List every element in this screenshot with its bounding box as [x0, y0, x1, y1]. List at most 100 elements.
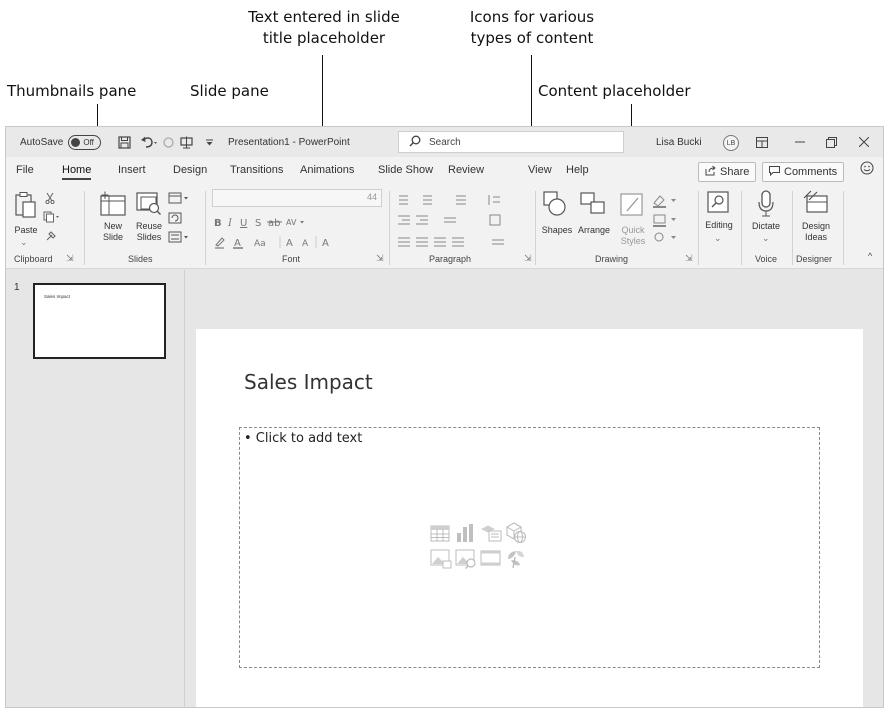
design-ideas-icon[interactable]: [803, 190, 829, 221]
arrange-button-label[interactable]: Arrange: [575, 225, 613, 236]
shape-format-buttons[interactable]: [652, 193, 680, 248]
dictate-button-label[interactable]: Dictate: [746, 221, 786, 232]
font-color-buttons[interactable]: A Aa A A A: [214, 235, 374, 254]
editing-button-label[interactable]: Editing: [702, 220, 736, 231]
start-slideshow-icon[interactable]: [180, 127, 193, 157]
tab-design[interactable]: Design: [173, 164, 207, 176]
insert-online-picture-icon[interactable]: [455, 549, 476, 569]
feedback-smiley-icon[interactable]: [860, 161, 874, 180]
indent-buttons[interactable]: [396, 213, 526, 231]
reuse-slides-label[interactable]: Reuse Slides: [133, 221, 165, 243]
insert-3d-model-icon[interactable]: [505, 522, 526, 543]
group-label-slides: Slides: [128, 254, 153, 264]
search-placeholder: Search: [429, 136, 461, 148]
tab-insert[interactable]: Insert: [118, 164, 146, 176]
svg-text:A: A: [286, 238, 293, 249]
drawing-launcher-icon[interactable]: ⇲: [685, 253, 693, 264]
insert-smartart-icon[interactable]: [480, 525, 502, 542]
customize-qat-icon[interactable]: [205, 127, 214, 157]
paste-dropdown-icon[interactable]: ⌄: [20, 237, 28, 248]
align-buttons[interactable]: [396, 235, 526, 253]
tab-view[interactable]: View: [528, 164, 552, 176]
insert-picture-icon[interactable]: [430, 549, 452, 569]
design-ideas-label[interactable]: Design Ideas: [796, 221, 836, 243]
slide-number: 1: [14, 282, 20, 293]
group-label-drawing: Drawing: [595, 254, 629, 264]
paragraph-launcher-icon[interactable]: ⇲: [524, 253, 532, 264]
share-label: Share: [720, 166, 750, 178]
share-button[interactable]: Share: [698, 162, 757, 182]
insert-icons-icon[interactable]: [505, 547, 525, 569]
redo-icon[interactable]: [162, 127, 175, 157]
quick-styles-icon[interactable]: [620, 193, 644, 222]
collapse-ribbon-icon[interactable]: ^: [868, 251, 872, 261]
autosave-toggle[interactable]: Off: [68, 134, 102, 150]
insert-chart-icon[interactable]: [455, 524, 475, 542]
insert-video-icon[interactable]: [480, 550, 501, 567]
new-slide-icon[interactable]: [100, 191, 126, 222]
restore-icon[interactable]: [816, 127, 846, 157]
ribbon-separator: [535, 191, 536, 265]
reuse-slides-icon[interactable]: [136, 192, 162, 222]
shapes-button-label[interactable]: Shapes: [539, 225, 575, 236]
save-icon[interactable]: [118, 127, 131, 157]
list-buttons[interactable]: [396, 193, 526, 211]
slide-thumbnail[interactable]: Sales Impact: [33, 283, 166, 359]
slide-canvas[interactable]: Sales Impact • Click to add text: [196, 329, 863, 707]
undo-icon[interactable]: [140, 127, 158, 157]
svg-text:I: I: [227, 218, 233, 229]
tab-review[interactable]: Review: [448, 164, 484, 176]
tab-slide-show[interactable]: Slide Show: [378, 164, 433, 176]
shapes-icon[interactable]: [543, 191, 567, 222]
autosave-control[interactable]: AutoSave Off: [20, 127, 102, 157]
powerpoint-window: AutoSave Off Presentation1 - PowerPoint …: [5, 126, 884, 708]
design-ideas-line2: Ideas: [804, 232, 828, 242]
quick-styles-label[interactable]: Quick Styles: [616, 225, 650, 247]
avatar[interactable]: LB: [723, 135, 739, 151]
callout-title-line1: Text entered in slide: [248, 8, 400, 26]
comments-button[interactable]: Comments: [762, 162, 845, 182]
search-input[interactable]: Search: [398, 131, 624, 153]
minimize-icon[interactable]: [785, 127, 815, 157]
thumbnail-title: Sales Impact: [44, 294, 71, 299]
layout-icon[interactable]: [168, 191, 190, 209]
section-icon[interactable]: [168, 230, 190, 248]
editing-dropdown-icon[interactable]: ⌄: [714, 233, 722, 244]
paste-button-label[interactable]: Paste: [12, 225, 40, 236]
font-launcher-icon[interactable]: ⇲: [376, 253, 384, 264]
ribbon-display-options-icon[interactable]: [747, 127, 777, 157]
user-name[interactable]: Lisa Bucki: [656, 127, 702, 157]
font-size-value[interactable]: 44: [367, 192, 377, 202]
copy-icon[interactable]: [43, 210, 63, 228]
new-slide-label[interactable]: New Slide: [98, 221, 128, 243]
svg-text:Aa: Aa: [254, 239, 266, 249]
content-placeholder[interactable]: • Click to add text: [239, 427, 820, 668]
insert-table-icon[interactable]: [430, 525, 450, 542]
tab-transitions[interactable]: Transitions: [230, 164, 283, 176]
clipboard-launcher-icon[interactable]: ⇲: [66, 253, 74, 264]
editing-search-icon[interactable]: [707, 191, 729, 218]
slide-title-placeholder[interactable]: Sales Impact: [244, 370, 373, 394]
tab-file[interactable]: File: [16, 164, 34, 176]
callout-icons-line2: types of content: [470, 29, 594, 47]
tab-animations[interactable]: Animations: [300, 164, 354, 176]
font-name-combobox[interactable]: 44: [212, 189, 382, 207]
arrange-icon[interactable]: [580, 192, 606, 221]
microphone-icon[interactable]: [757, 190, 775, 223]
close-icon[interactable]: [849, 127, 879, 157]
svg-text:AV: AV: [286, 218, 297, 227]
design-ideas-line1: Design: [801, 221, 830, 231]
paste-icon[interactable]: [14, 191, 38, 226]
cut-icon[interactable]: [44, 191, 56, 209]
ribbon-separator: [698, 191, 699, 265]
format-painter-icon[interactable]: [45, 229, 57, 247]
tab-help[interactable]: Help: [566, 164, 589, 176]
font-format-buttons[interactable]: B I U Sab AV: [214, 215, 324, 234]
tab-home[interactable]: Home: [62, 164, 92, 180]
reset-slide-icon[interactable]: [168, 211, 182, 229]
dictate-dropdown-icon[interactable]: ⌄: [762, 233, 770, 244]
content-placeholder-text[interactable]: • Click to add text: [244, 431, 362, 446]
svg-text:A: A: [322, 238, 329, 249]
callout-content-placeholder: Content placeholder: [538, 82, 691, 100]
svg-text:ab: ab: [268, 218, 280, 229]
